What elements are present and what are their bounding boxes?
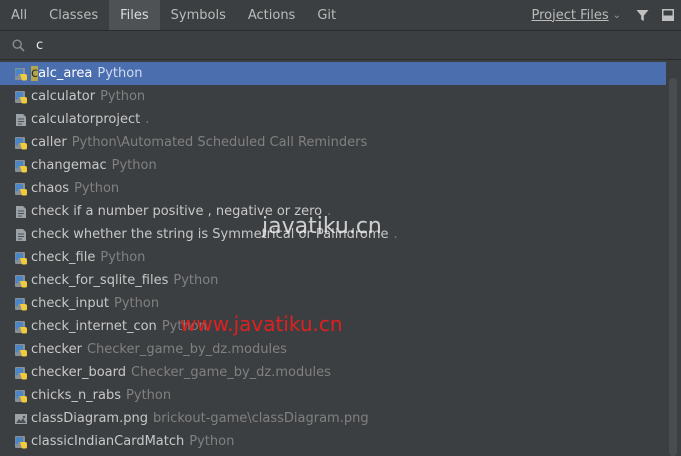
- result-location: .: [145, 112, 150, 127]
- python-file-icon: [14, 89, 31, 105]
- result-name: classDiagram.png: [31, 411, 148, 426]
- filter-icon[interactable]: [629, 0, 655, 30]
- search-everywhere-tabs: All Classes Files Symbols Actions Git Pr…: [0, 0, 681, 31]
- result-item[interactable]: calc_area Python: [0, 62, 666, 85]
- result-location: Python: [173, 273, 219, 288]
- result-name: changemac: [31, 158, 107, 173]
- tab-classes[interactable]: Classes: [38, 0, 109, 30]
- python-file-icon: [14, 273, 31, 289]
- result-location: Python: [114, 296, 160, 311]
- search-input[interactable]: [36, 37, 636, 53]
- result-item[interactable]: changemac Python: [0, 154, 666, 177]
- result-location: Python: [97, 66, 143, 81]
- tab-actions[interactable]: Actions: [237, 0, 307, 30]
- python-file-icon: [14, 296, 31, 312]
- result-location: brickout-game\classDiagram.png: [152, 411, 369, 426]
- python-file-icon: [14, 135, 31, 151]
- result-name: check_internet_con: [31, 319, 157, 334]
- result-name: check_for_sqlite_files: [31, 273, 169, 288]
- result-name: checker: [31, 342, 82, 357]
- result-location: Python\Automated Scheduled Call Reminder…: [71, 135, 368, 150]
- python-file-icon: [14, 250, 31, 266]
- result-location: Checker_game_by_dz.modules: [130, 365, 331, 380]
- python-file-icon: [14, 388, 31, 404]
- tab-files[interactable]: Files: [109, 0, 160, 30]
- chevron-down-icon: ⌄: [612, 9, 621, 21]
- scrollbar-thumb[interactable]: [669, 78, 677, 456]
- result-name: classicIndianCardMatch: [31, 434, 185, 449]
- result-item[interactable]: check_input Python: [0, 292, 666, 315]
- python-file-icon: [14, 319, 31, 335]
- python-file-icon: [14, 158, 31, 174]
- result-item[interactable]: checker_board Checker_game_by_dz.modules: [0, 361, 666, 384]
- python-file-icon: [14, 365, 31, 381]
- result-name: check whether the string is Symmetrical …: [31, 227, 389, 242]
- result-name: calculatorproject: [31, 112, 141, 127]
- result-item[interactable]: check_internet_con Python: [0, 315, 666, 338]
- python-file-icon: [14, 181, 31, 197]
- result-name: caller: [31, 135, 67, 150]
- result-name: check if a number positive , negative or…: [31, 204, 323, 219]
- python-file-icon: [14, 434, 31, 450]
- result-location: .: [393, 227, 398, 242]
- text-file-icon: [14, 227, 31, 243]
- result-item[interactable]: checker Checker_game_by_dz.modules: [0, 338, 666, 361]
- result-name: calc_area: [31, 66, 93, 81]
- result-location: Python: [111, 158, 157, 173]
- result-name: calculator: [31, 89, 96, 104]
- search-icon: [0, 38, 36, 52]
- window-icon[interactable]: [655, 0, 681, 30]
- text-file-icon: [14, 112, 31, 128]
- result-name: check_input: [31, 296, 109, 311]
- tab-symbols[interactable]: Symbols: [160, 0, 237, 30]
- result-name: chaos: [31, 181, 70, 196]
- scope-dropdown[interactable]: Project Files ⌄: [531, 0, 629, 30]
- result-item[interactable]: check if a number positive , negative or…: [0, 200, 666, 223]
- result-item[interactable]: chaos Python: [0, 177, 666, 200]
- python-file-icon: [14, 342, 31, 358]
- result-item[interactable]: calculatorproject.: [0, 108, 666, 131]
- result-name: chicks_n_rabs: [31, 388, 122, 403]
- result-item[interactable]: chicks_n_rabs Python: [0, 384, 666, 407]
- results-list: calc_area Python calculator Python calculato…: [0, 62, 666, 453]
- result-name: check_file: [31, 250, 96, 265]
- result-location: .: [327, 204, 332, 219]
- image-file-icon: [14, 411, 31, 427]
- tab-all[interactable]: All: [0, 0, 38, 30]
- result-item[interactable]: classicIndianCardMatch Python: [0, 430, 666, 453]
- result-location: Checker_game_by_dz.modules: [86, 342, 287, 357]
- search-bar: [0, 31, 681, 60]
- result-item[interactable]: check_file Python: [0, 246, 666, 269]
- result-location: Python: [126, 388, 172, 403]
- result-item[interactable]: caller Python\Automated Scheduled Call Re…: [0, 131, 666, 154]
- result-item[interactable]: classDiagram.png brickout-game\classDiagr…: [0, 407, 666, 430]
- scope-label: Project Files: [531, 7, 609, 23]
- tab-git[interactable]: Git: [306, 0, 347, 30]
- tabs-spacer: [347, 0, 531, 30]
- text-file-icon: [14, 204, 31, 220]
- result-location: Python: [100, 250, 146, 265]
- result-location: Python: [161, 319, 207, 334]
- result-item[interactable]: check_for_sqlite_files Python: [0, 269, 666, 292]
- result-item[interactable]: check whether the string is Symmetrical …: [0, 223, 666, 246]
- scrollbar[interactable]: [666, 62, 681, 456]
- match-highlight: c: [31, 66, 39, 81]
- python-file-icon: [14, 66, 31, 82]
- result-item[interactable]: calculator Python: [0, 85, 666, 108]
- result-location: Python: [100, 89, 146, 104]
- result-name: checker_board: [31, 365, 126, 380]
- result-location: Python: [189, 434, 235, 449]
- result-location: Python: [74, 181, 120, 196]
